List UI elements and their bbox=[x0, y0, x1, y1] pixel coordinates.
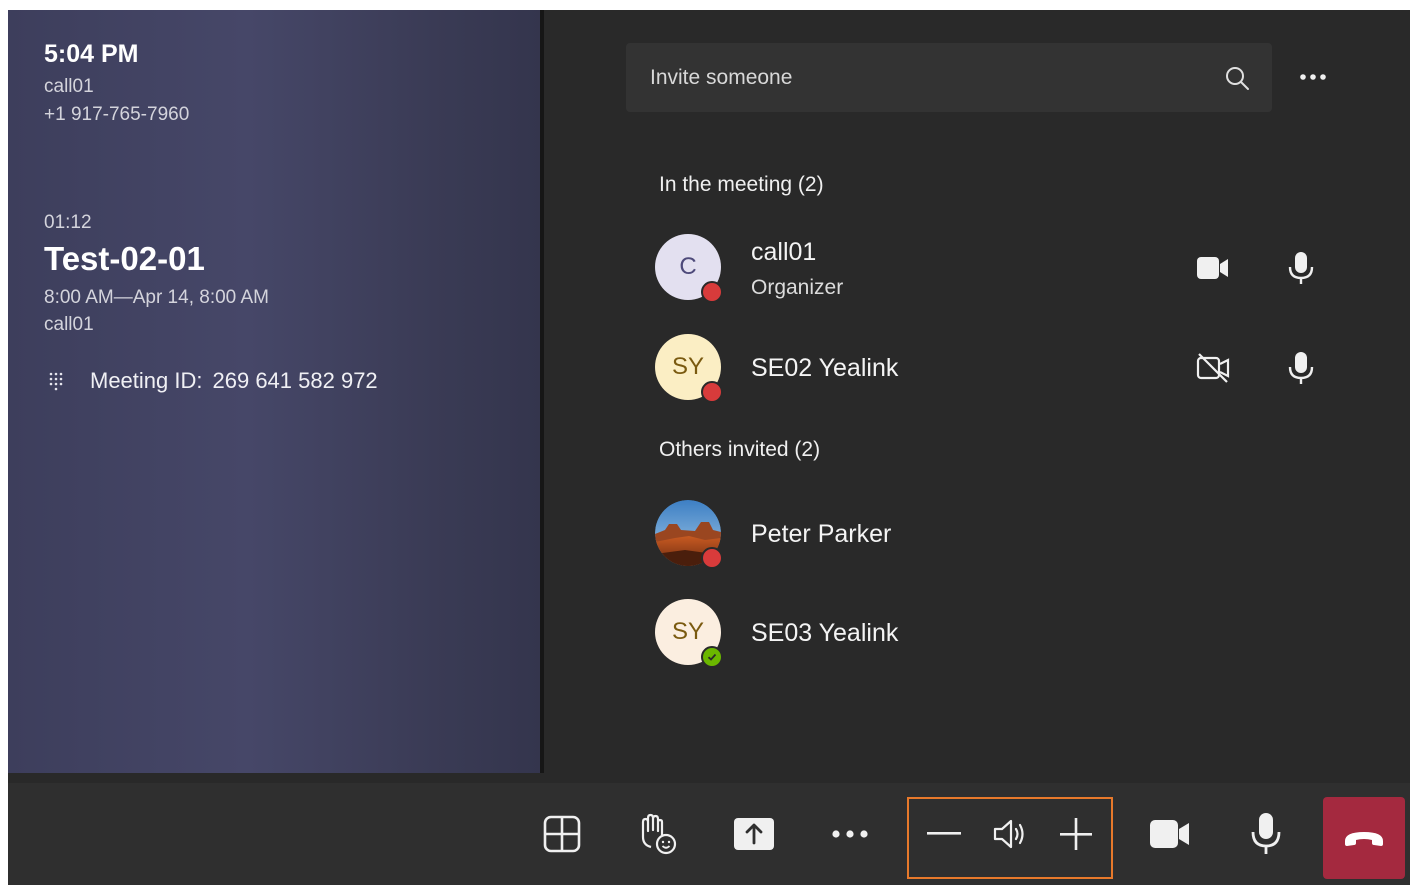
more-options-icon[interactable] bbox=[1298, 66, 1328, 88]
clock: 5:04 PM bbox=[44, 40, 139, 68]
video-toggle-button[interactable] bbox=[1140, 783, 1200, 885]
avatar-initials: SY bbox=[671, 353, 704, 380]
meeting-info-panel: 5:04 PM call01 +1 917-765-7960 01:12 Tes… bbox=[8, 10, 544, 773]
caller-name: call01 bbox=[44, 76, 94, 97]
share-icon bbox=[734, 818, 774, 850]
volume-down-button[interactable] bbox=[914, 783, 974, 885]
video-off-icon[interactable] bbox=[1195, 350, 1231, 386]
more-button[interactable] bbox=[820, 783, 880, 885]
mic-icon[interactable] bbox=[1283, 250, 1319, 286]
invitee-name: SE03 Yealink bbox=[751, 619, 899, 647]
dialpad-icon bbox=[49, 372, 63, 391]
call-screen: 5:04 PM call01 +1 917-765-7960 01:12 Tes… bbox=[8, 10, 1410, 885]
meeting-time-range: 8:00 AM—Apr 14, 8:00 AM bbox=[44, 287, 269, 308]
participant-role: Organizer bbox=[751, 276, 844, 299]
meeting-id-label: Meeting ID: bbox=[90, 368, 203, 393]
invitee-se03[interactable]: SY SE03 Yealink bbox=[655, 599, 1335, 669]
call-controls-toolbar bbox=[8, 783, 1410, 885]
avatar-initials: C bbox=[679, 253, 697, 280]
panel-divider bbox=[540, 10, 544, 773]
caller-number: +1 917-765-7960 bbox=[44, 104, 190, 125]
hangup-button[interactable] bbox=[1323, 797, 1405, 879]
layout-button[interactable] bbox=[532, 783, 592, 885]
video-icon[interactable] bbox=[1195, 250, 1231, 286]
volume-down-icon bbox=[927, 832, 961, 835]
participant-call01[interactable]: C call01 Organizer bbox=[655, 234, 1335, 304]
mic-icon[interactable] bbox=[1283, 350, 1319, 386]
speaker-button[interactable] bbox=[980, 783, 1040, 885]
layout-icon bbox=[543, 815, 581, 853]
raise-hand-icon bbox=[641, 813, 677, 855]
presence-busy-icon bbox=[701, 381, 723, 403]
mic-toggle-button[interactable] bbox=[1236, 783, 1296, 885]
presence-busy-icon bbox=[701, 547, 723, 569]
others-invited-header: Others invited (2) bbox=[659, 438, 821, 461]
avatar-initials: SY bbox=[671, 618, 704, 645]
call-duration: 01:12 bbox=[44, 212, 92, 233]
share-button[interactable] bbox=[724, 783, 784, 885]
raise-hand-button[interactable] bbox=[628, 783, 688, 885]
meeting-title: Test-02-01 bbox=[44, 240, 205, 277]
invite-search-box[interactable] bbox=[626, 43, 1272, 112]
checkmark-icon bbox=[707, 653, 717, 661]
in-meeting-header: In the meeting (2) bbox=[659, 173, 824, 196]
presence-busy-icon bbox=[701, 281, 723, 303]
invitee-name: Peter Parker bbox=[751, 520, 892, 548]
participant-name: call01 bbox=[751, 238, 817, 266]
mic-icon bbox=[1251, 813, 1281, 854]
meeting-organizer: call01 bbox=[44, 314, 94, 335]
invite-input[interactable] bbox=[648, 64, 1212, 91]
volume-up-icon bbox=[1060, 818, 1092, 850]
participant-name: SE02 Yealink bbox=[751, 354, 899, 382]
more-icon bbox=[832, 830, 868, 838]
video-icon bbox=[1150, 820, 1189, 848]
participant-se02[interactable]: SY SE02 Yealink bbox=[655, 334, 1335, 404]
search-icon[interactable] bbox=[1224, 65, 1250, 91]
hangup-icon bbox=[1345, 832, 1383, 846]
volume-up-button[interactable] bbox=[1046, 783, 1106, 885]
invitee-peter-parker[interactable]: Peter Parker bbox=[655, 500, 1335, 570]
meeting-id-value: 269 641 582 972 bbox=[212, 368, 378, 393]
presence-available-icon bbox=[701, 646, 723, 668]
speaker-icon bbox=[993, 819, 1024, 849]
meeting-id-row: Meeting ID: 269 641 582 972 bbox=[48, 366, 378, 396]
